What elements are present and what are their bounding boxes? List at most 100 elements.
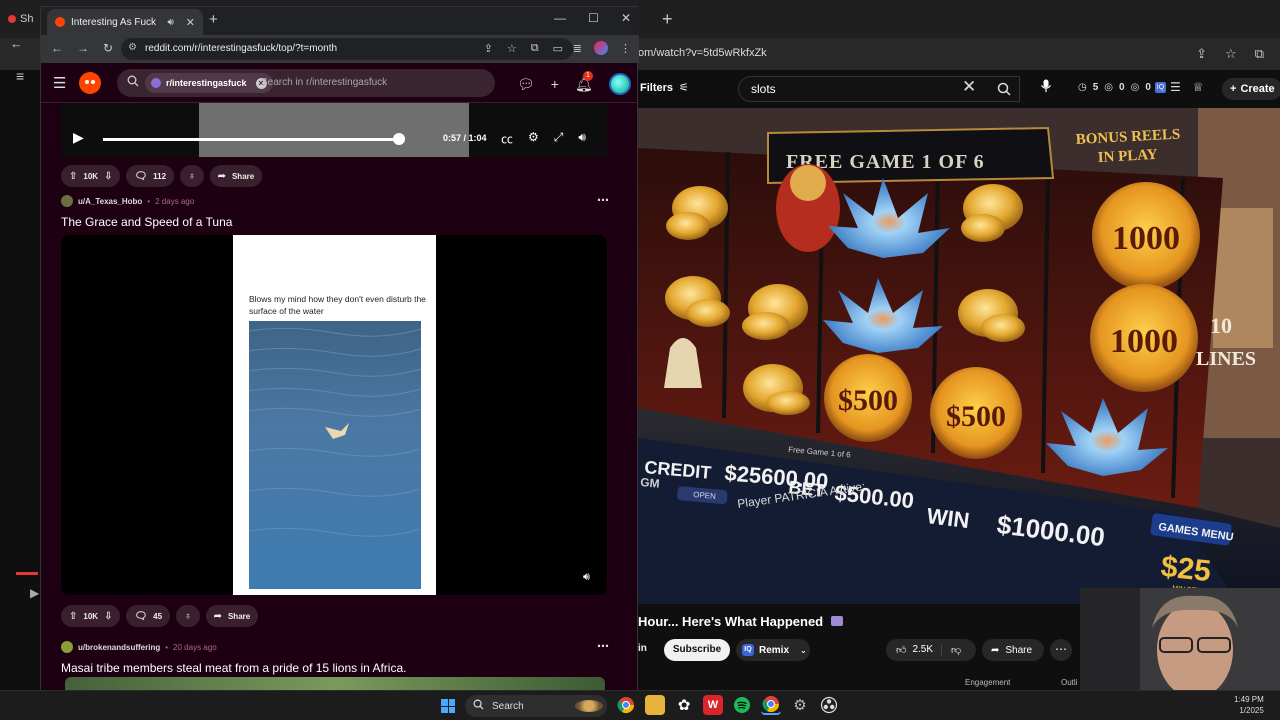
- search-icon: [473, 699, 484, 713]
- chatgpt-app-icon[interactable]: ✿: [674, 695, 694, 715]
- downvote-icon[interactable]: ⇩: [104, 171, 112, 182]
- chrome-app-icon[interactable]: [616, 695, 636, 715]
- taskbar-search-box[interactable]: Search: [465, 695, 607, 717]
- comments-button[interactable]: 🗨︎ 112: [126, 165, 175, 187]
- reddit-logo-icon[interactable]: [79, 72, 101, 94]
- media-control-icon[interactable]: ≣: [573, 42, 582, 55]
- share-button[interactable]: ➦ Share: [205, 605, 259, 627]
- play-icon[interactable]: ▶: [73, 129, 84, 146]
- back-arrow-icon[interactable]: ←: [51, 41, 63, 55]
- downvote-icon[interactable]: ⇩: [104, 611, 112, 622]
- post-action-bar: ⇧ 10K ⇩ 🗨︎ 112 ♁ ➦ Share: [61, 165, 263, 187]
- chat-icon[interactable]: 💬︎: [517, 76, 535, 93]
- reddit-search-bar[interactable]: r/interestingasfuck × Search in r/intere…: [117, 69, 495, 97]
- user-avatar[interactable]: [608, 73, 631, 95]
- post-title[interactable]: Masai tribe members steal meat from a pr…: [61, 661, 406, 675]
- vote-button-group[interactable]: ⇧ 10K ⇩: [61, 165, 121, 187]
- video-scrubber-handle[interactable]: [393, 133, 405, 145]
- like-button[interactable]: 👍︎ 2.5K: [886, 644, 942, 656]
- chrome-active-app-icon[interactable]: [761, 695, 781, 715]
- youtube-menu-icon[interactable]: ≡: [16, 68, 24, 84]
- side-arrow-icon[interactable]: ▶: [30, 586, 39, 600]
- captions-icon[interactable]: ㏄: [501, 130, 513, 147]
- search-icon[interactable]: [984, 76, 1024, 102]
- wps-app-icon[interactable]: W: [703, 695, 723, 715]
- award-button[interactable]: ♁: [176, 605, 200, 627]
- speaker-icon[interactable]: 🔊︎: [167, 17, 173, 28]
- system-clock[interactable]: 1:49 PM 1/2025: [1234, 694, 1264, 716]
- user-avatar-icon[interactable]: [61, 641, 73, 653]
- cast-icon[interactable]: ▭: [553, 42, 563, 55]
- subreddit-filter-chip[interactable]: r/interestingasfuck ×: [145, 73, 273, 93]
- microphone-icon[interactable]: [1040, 79, 1052, 96]
- extensions-icon[interactable]: ⧉: [1255, 46, 1264, 62]
- upvote-icon[interactable]: ⇧: [69, 171, 77, 182]
- profile-avatar-icon[interactable]: [594, 41, 608, 55]
- filters-button[interactable]: Filters ⚟: [640, 81, 689, 95]
- remix-button[interactable]: IQ Remix ⌄: [736, 639, 810, 661]
- kebab-menu-icon[interactable]: ⋮: [620, 42, 631, 55]
- new-tab-plus-icon[interactable]: +: [209, 11, 218, 28]
- post-title[interactable]: The Grace and Speed of a Tuna: [61, 215, 232, 229]
- youtube-video-player[interactable]: FREE GAME 1 OF 6 BONUS REELS IN PLAY $50…: [638, 108, 1280, 604]
- bookmark-star-icon[interactable]: ☆: [1225, 46, 1237, 62]
- file-explorer-icon[interactable]: [645, 695, 665, 715]
- video-progress-bar[interactable]: [103, 138, 399, 141]
- fullscreen-icon[interactable]: ⤢: [554, 130, 564, 147]
- subscribe-button[interactable]: Subscribe: [664, 639, 730, 661]
- hamburger-menu-icon[interactable]: ☰: [53, 74, 66, 92]
- back-arrow-icon[interactable]: ←: [10, 36, 23, 51]
- clock-icon: ◷: [1078, 82, 1087, 93]
- install-app-icon[interactable]: ⇪: [1196, 46, 1207, 62]
- post-author[interactable]: u/A_Texas_Hobo: [78, 197, 142, 206]
- site-info-icon[interactable]: ⚙: [128, 42, 137, 53]
- settings-gear-app-icon[interactable]: ⚙: [790, 695, 810, 715]
- windows-start-icon[interactable]: [441, 699, 455, 713]
- post-overflow-menu-icon[interactable]: ⋯: [597, 193, 609, 207]
- post-media-video[interactable]: Blows my mind how they don't even distur…: [61, 235, 607, 595]
- vote-button-group[interactable]: ⇧ 10K ⇩: [61, 605, 121, 627]
- join-button[interactable]: in: [638, 643, 647, 654]
- reload-icon[interactable]: ↻: [103, 41, 113, 55]
- install-app-icon[interactable]: ⇪: [484, 42, 493, 55]
- user-avatar-icon[interactable]: [61, 195, 73, 207]
- trophy-icon[interactable]: ♕: [1193, 80, 1204, 94]
- spotify-app-icon[interactable]: [732, 695, 752, 715]
- mute-toggle-icon[interactable]: 🔊︎: [583, 571, 590, 584]
- create-button[interactable]: + Create: [1222, 78, 1280, 100]
- post-media-preview[interactable]: [65, 677, 605, 690]
- reddit-active-tab[interactable]: Interesting As Fuck 🔊︎ ✕: [47, 9, 203, 35]
- engagement-label[interactable]: Engagement: [965, 678, 1010, 687]
- bookmark-star-icon[interactable]: ☆: [507, 42, 517, 55]
- notifications-bell-icon[interactable]: 🔔︎ 1: [575, 70, 593, 93]
- post-time: 2 days ago: [155, 196, 195, 206]
- minimize-icon[interactable]: —: [554, 11, 566, 25]
- volume-icon[interactable]: 🔊︎: [578, 130, 586, 147]
- settings-gear-icon[interactable]: ⚙: [528, 130, 539, 147]
- clock-time: 1:49 PM: [1234, 695, 1264, 704]
- close-window-icon[interactable]: ✕: [621, 11, 631, 25]
- youtube-url-text[interactable]: om/watch?v=5td5wRkfxZk: [638, 47, 767, 59]
- forward-arrow-icon[interactable]: →: [77, 41, 89, 55]
- dislike-button[interactable]: 👎︎: [942, 644, 961, 656]
- award-button[interactable]: ♁: [180, 165, 204, 187]
- upvote-icon[interactable]: ⇧: [69, 611, 77, 622]
- maximize-icon[interactable]: ☐: [588, 11, 599, 25]
- iq-extension-icon[interactable]: IQ: [1155, 82, 1166, 93]
- share-arrow-icon: ➦: [991, 644, 1000, 656]
- list-icon[interactable]: ☰: [1170, 80, 1181, 94]
- address-bar[interactable]: ⚙ reddit.com/r/interestingasfuck/top/?t=…: [121, 38, 573, 60]
- post-overflow-menu-icon[interactable]: ⋯: [597, 639, 609, 653]
- close-tab-icon[interactable]: ✕: [186, 16, 195, 29]
- outlier-label[interactable]: Outli: [1061, 678, 1077, 687]
- create-post-plus-icon[interactable]: +: [551, 76, 559, 92]
- post-author[interactable]: u/brokenandsuffering: [78, 643, 160, 652]
- youtube-share-button[interactable]: ➦ Share: [982, 639, 1044, 661]
- extensions-icon[interactable]: ⧉: [531, 42, 539, 55]
- comments-button[interactable]: 🗨︎ 45: [126, 605, 171, 627]
- post-action-bar: ⇧ 10K ⇩ 🗨︎ 45 ♁ ➦ Share: [61, 605, 259, 627]
- new-tab-plus-icon[interactable]: +: [662, 10, 673, 28]
- more-options-icon[interactable]: ⋯: [1050, 639, 1072, 661]
- obs-app-icon[interactable]: [819, 695, 839, 715]
- share-button[interactable]: ➦ Share: [209, 165, 263, 187]
